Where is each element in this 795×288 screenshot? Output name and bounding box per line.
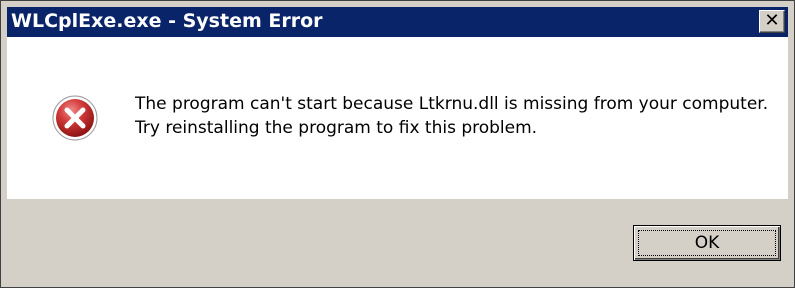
ok-button[interactable]: OK — [633, 225, 781, 261]
error-message: The program can't start because Ltkrnu.d… — [135, 94, 769, 138]
close-button[interactable]: ✕ — [759, 10, 785, 33]
window-title: WLCplExe.exe - System Error — [11, 10, 323, 32]
error-icon — [52, 95, 98, 141]
system-error-dialog: WLCplExe.exe - System Error ✕ The progra… — [0, 0, 795, 288]
title-bar[interactable]: WLCplExe.exe - System Error ✕ — [7, 7, 788, 37]
ok-button-label: OK — [694, 233, 720, 253]
message-area: The program can't start because Ltkrnu.d… — [7, 37, 788, 199]
close-icon: ✕ — [764, 10, 780, 31]
